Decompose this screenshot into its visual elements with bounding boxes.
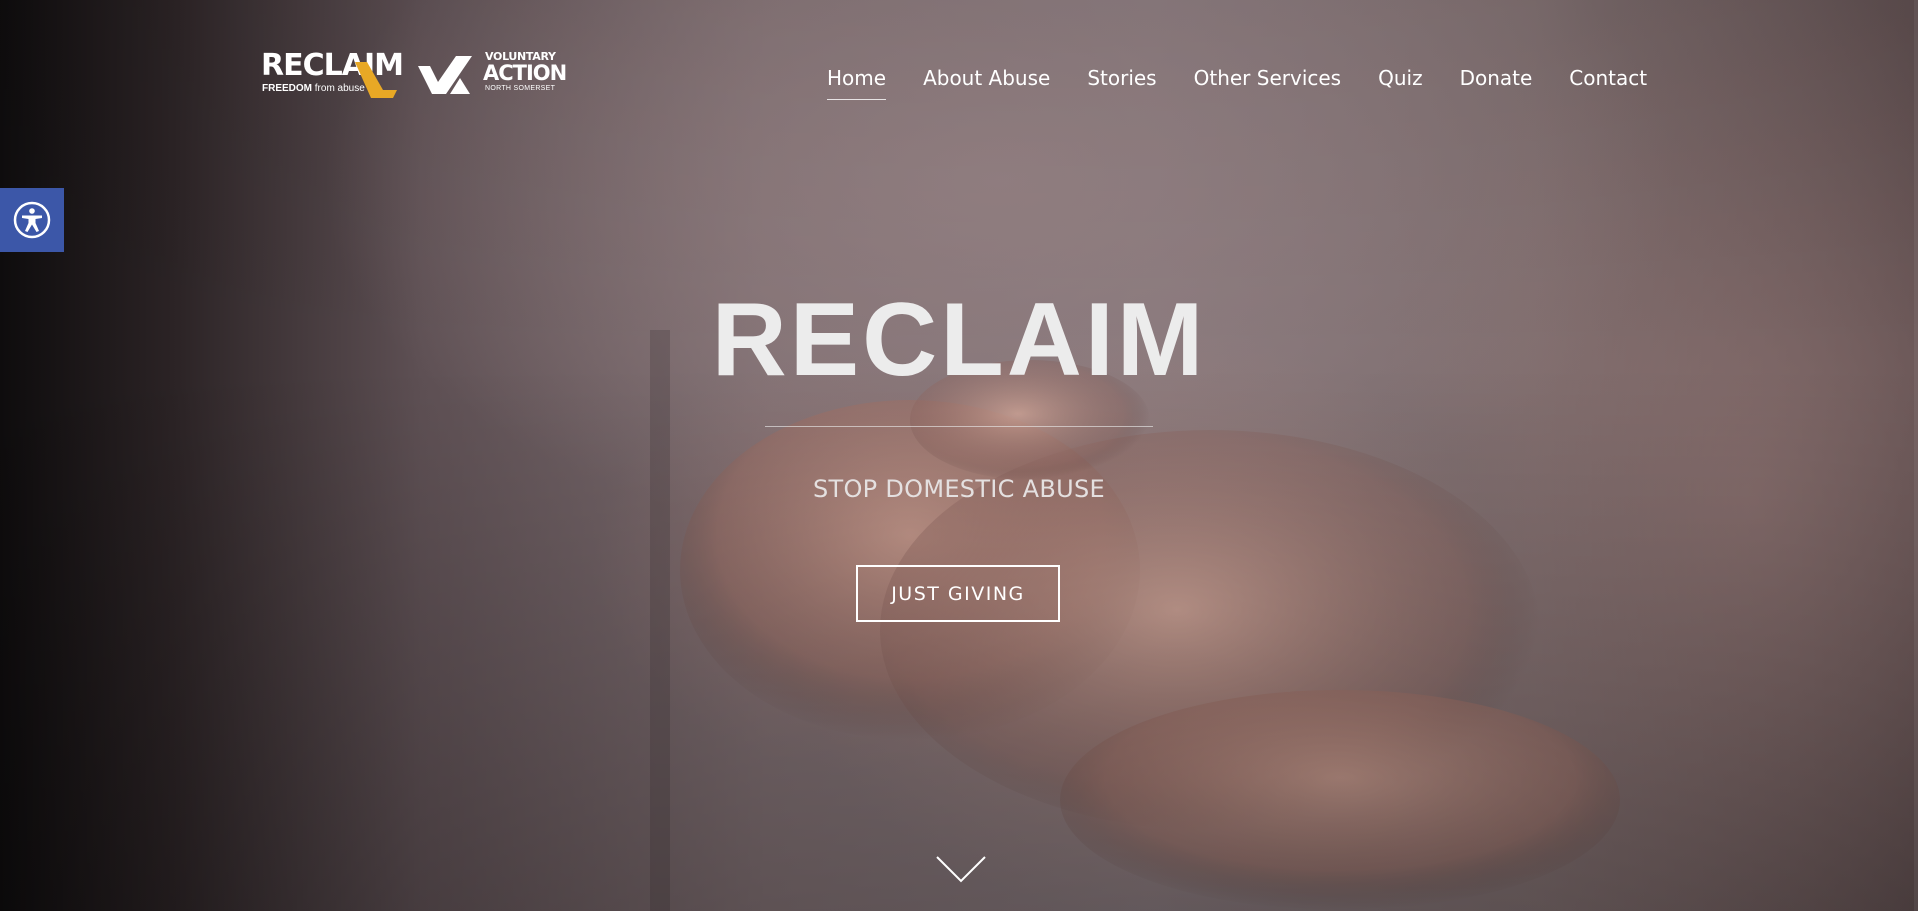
nav-item-contact[interactable]: Contact [1569, 66, 1647, 100]
site-header: RECLAIM FREEDOM from abuse VOLUNTARY ACT… [0, 0, 1918, 150]
just-giving-button[interactable]: JUST GIVING [856, 565, 1060, 622]
hero-divider [765, 426, 1153, 427]
nav-item-stories[interactable]: Stories [1087, 66, 1156, 100]
reclaim-logo[interactable]: RECLAIM FREEDOM from abuse [261, 48, 406, 98]
nav-item-home[interactable]: Home [827, 66, 887, 100]
reclaim-logo-tagline: FREEDOM from abuse [262, 83, 365, 94]
nav-item-other-services[interactable]: Other Services [1194, 66, 1341, 100]
hero-section: RECLAIM FREEDOM from abuse VOLUNTARY ACT… [0, 0, 1918, 911]
chevron-down-icon [936, 856, 986, 883]
page-scrollbar[interactable] [1914, 0, 1918, 911]
accessibility-button[interactable] [0, 188, 64, 252]
nav-item-quiz[interactable]: Quiz [1378, 66, 1422, 100]
reclaim-logo-accent-icon [355, 62, 397, 98]
hero-title: RECLAIM [711, 282, 1207, 398]
voluntary-action-mark-icon [418, 56, 472, 94]
va-logo-line3: NORTH SOMERSET [485, 85, 556, 92]
voluntary-action-logo[interactable]: VOLUNTARY ACTION NORTH SOMERSET [416, 50, 567, 98]
main-nav: Home About Abuse Stories Other Services … [827, 66, 1647, 100]
logo-group[interactable]: RECLAIM FREEDOM from abuse VOLUNTARY ACT… [261, 48, 567, 98]
nav-item-about-abuse[interactable]: About Abuse [923, 66, 1050, 100]
nav-item-donate[interactable]: Donate [1460, 66, 1533, 100]
scroll-down-button[interactable] [935, 855, 987, 890]
hero-subtitle: STOP DOMESTIC ABUSE [812, 475, 1106, 503]
va-logo-line2: ACTION [483, 61, 567, 85]
accessibility-icon [13, 201, 51, 239]
